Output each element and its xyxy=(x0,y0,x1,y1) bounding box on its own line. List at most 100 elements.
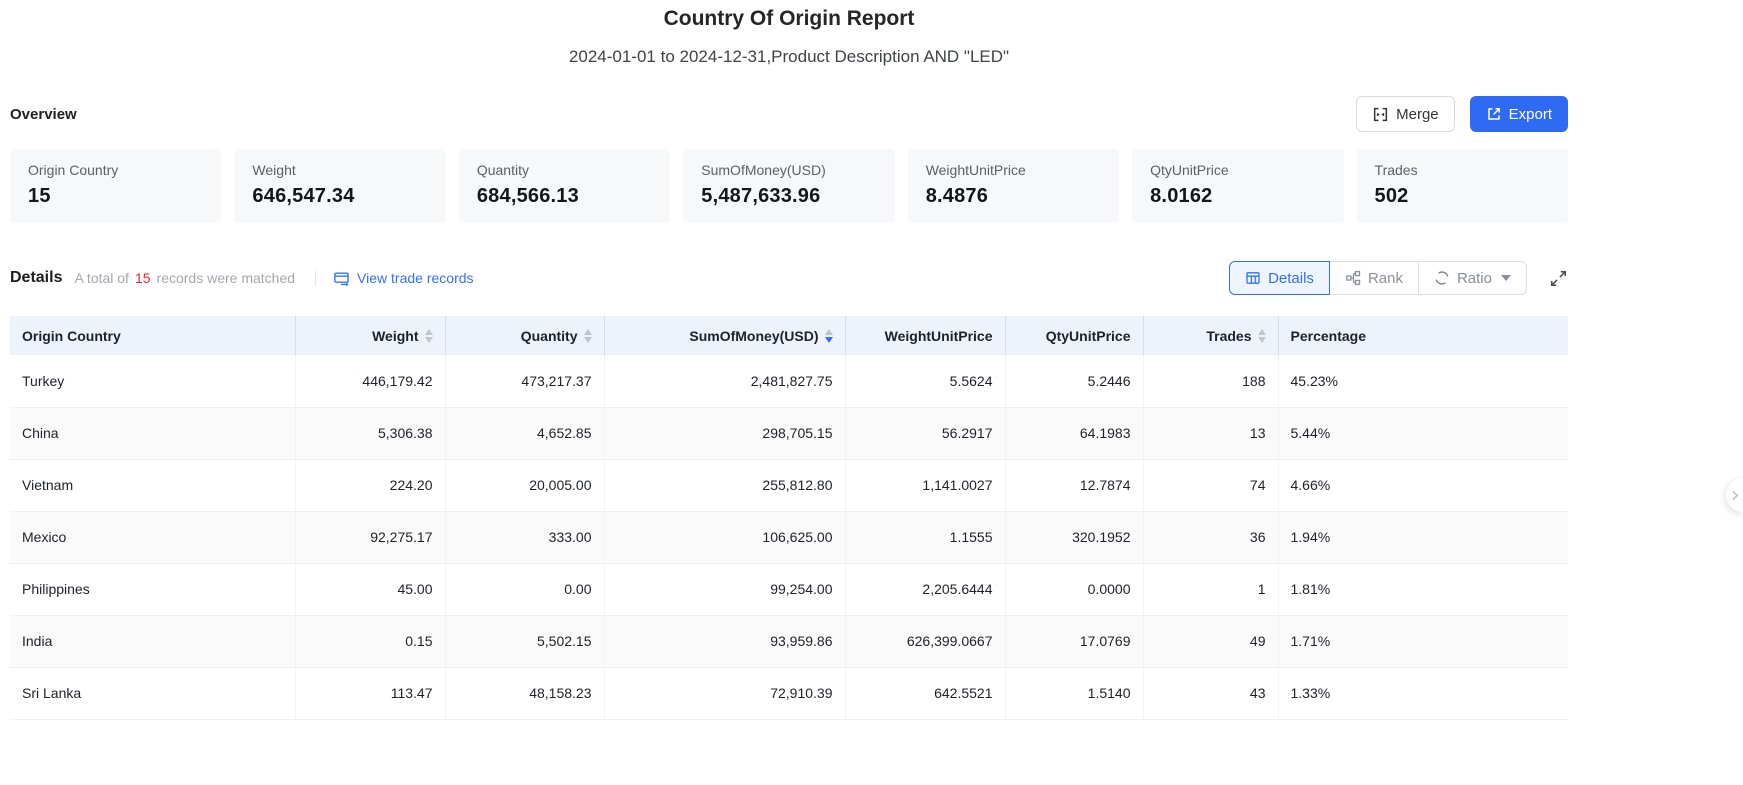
tab-details[interactable]: Details xyxy=(1229,261,1330,295)
table-cell: 17.0769 xyxy=(1005,615,1143,667)
column-header-label: SumOfMoney(USD) xyxy=(689,328,818,344)
table-cell: 113.47 xyxy=(295,667,445,719)
trade-records-icon xyxy=(333,270,350,287)
table-cell: 45.23% xyxy=(1278,355,1568,407)
column-header-label: WeightUnitPrice xyxy=(885,328,993,344)
table-cell: 48,158.23 xyxy=(445,667,604,719)
table-cell: 320.1952 xyxy=(1005,511,1143,563)
table-cell: 224.20 xyxy=(295,459,445,511)
table-cell: 45.00 xyxy=(295,563,445,615)
export-button[interactable]: Export xyxy=(1470,96,1568,132)
stat-card-label: SumOfMoney(USD) xyxy=(701,162,876,178)
column-header-label: Percentage xyxy=(1291,328,1366,344)
fullscreen-button[interactable] xyxy=(1549,269,1568,288)
table-row: China5,306.384,652.85298,705.1556.291764… xyxy=(10,407,1568,459)
column-header-percentage: Percentage xyxy=(1278,316,1568,355)
tab-ratio[interactable]: Ratio xyxy=(1418,261,1527,295)
sort-ascending-caret xyxy=(425,329,433,335)
table-cell: 49 xyxy=(1143,615,1278,667)
table-cell: 43 xyxy=(1143,667,1278,719)
table-cell: 2,481,827.75 xyxy=(604,355,845,407)
chevron-down-icon xyxy=(1501,275,1511,281)
table-row: Turkey446,179.42473,217.372,481,827.755.… xyxy=(10,355,1568,407)
stat-card-label: Weight xyxy=(252,162,427,178)
overview-label: Overview xyxy=(10,106,77,123)
column-sorter[interactable] xyxy=(425,329,433,343)
column-header-trades[interactable]: Trades xyxy=(1143,316,1278,355)
table-cell: 2,205.6444 xyxy=(845,563,1005,615)
stat-card-value: 15 xyxy=(28,185,203,208)
column-header-label: Quantity xyxy=(521,328,578,344)
stat-card-label: QtyUnitPrice xyxy=(1150,162,1325,178)
table-cell: 1.1555 xyxy=(845,511,1005,563)
sort-ascending-caret xyxy=(825,329,833,335)
table-cell: Turkey xyxy=(10,355,295,407)
overview-header: Overview Merge Export xyxy=(10,96,1568,132)
stat-card-label: Quantity xyxy=(477,162,652,178)
column-sorter[interactable] xyxy=(825,329,833,343)
table-cell: 36 xyxy=(1143,511,1278,563)
table-cell: 5,306.38 xyxy=(295,407,445,459)
report-subtitle: 2024-01-01 to 2024-12-31,Product Descrip… xyxy=(10,47,1568,67)
column-sorter[interactable] xyxy=(584,329,592,343)
table-cell: 473,217.37 xyxy=(445,355,604,407)
view-mode-tabs: Details Rank xyxy=(1229,261,1527,295)
table-cell: Vietnam xyxy=(10,459,295,511)
table-cell: 0.00 xyxy=(445,563,604,615)
table-cell: 4,652.85 xyxy=(445,407,604,459)
table-cell: 626,399.0667 xyxy=(845,615,1005,667)
table-cell: 1 xyxy=(1143,563,1278,615)
table-cell: 99,254.00 xyxy=(604,563,845,615)
export-icon xyxy=(1486,106,1502,122)
table-cell: 64.1983 xyxy=(1005,407,1143,459)
table-row: Mexico92,275.17333.00106,625.001.1555320… xyxy=(10,511,1568,563)
column-header-sumofmoney-usd[interactable]: SumOfMoney(USD) xyxy=(604,316,845,355)
table-cell: Mexico xyxy=(10,511,295,563)
export-button-label: Export xyxy=(1509,106,1552,123)
stat-card-value: 5,487,633.96 xyxy=(701,185,876,208)
stat-card: Origin Country 15 xyxy=(10,149,221,223)
sort-descending-caret xyxy=(584,337,592,343)
details-section-label: Details xyxy=(10,269,62,287)
merge-button-label: Merge xyxy=(1396,106,1439,123)
stat-card-label: Origin Country xyxy=(28,162,203,178)
stat-card-value: 8.0162 xyxy=(1150,185,1325,208)
column-header-weight[interactable]: Weight xyxy=(295,316,445,355)
table-header-row: Origin CountryWeightQuantitySumOfMoney(U… xyxy=(10,316,1568,355)
floating-widget-handle[interactable] xyxy=(1726,478,1743,512)
table-cell: 5.44% xyxy=(1278,407,1568,459)
table-row: Sri Lanka113.4748,158.2372,910.39642.552… xyxy=(10,667,1568,719)
stat-card-value: 502 xyxy=(1375,185,1550,208)
column-header-quantity[interactable]: Quantity xyxy=(445,316,604,355)
table-cell: 74 xyxy=(1143,459,1278,511)
overview-cards: Origin Country15Weight646,547.34Quantity… xyxy=(10,149,1568,223)
sort-descending-caret xyxy=(825,337,833,343)
table-cell: 1.33% xyxy=(1278,667,1568,719)
table-cell: 298,705.15 xyxy=(604,407,845,459)
stat-card: Quantity684,566.13 xyxy=(459,149,670,223)
table-cell: 0.15 xyxy=(295,615,445,667)
column-header-qtyunitprice: QtyUnitPrice xyxy=(1005,316,1143,355)
merge-button[interactable]: Merge xyxy=(1356,96,1455,132)
stat-card-label: WeightUnitPrice xyxy=(926,162,1101,178)
table-cell: 1.5140 xyxy=(1005,667,1143,719)
table-cell: 93,959.86 xyxy=(604,615,845,667)
column-header-label: Trades xyxy=(1206,328,1251,344)
column-sorter[interactable] xyxy=(1258,329,1266,343)
expand-icon xyxy=(1549,269,1568,288)
ratio-icon xyxy=(1434,270,1450,286)
page-title: Country Of Origin Report xyxy=(10,0,1568,31)
table-row: India0.155,502.1593,959.86626,399.066717… xyxy=(10,615,1568,667)
sort-descending-caret xyxy=(425,337,433,343)
table-cell: 1.71% xyxy=(1278,615,1568,667)
stat-card: SumOfMoney(USD) 5,487,633.96 xyxy=(683,149,894,223)
table-cell: India xyxy=(10,615,295,667)
sort-ascending-caret xyxy=(1258,329,1266,335)
table-icon xyxy=(1245,270,1261,286)
view-trade-records-link[interactable]: View trade records xyxy=(333,270,473,287)
stat-card-label: Trades xyxy=(1375,162,1550,178)
tab-rank[interactable]: Rank xyxy=(1329,261,1419,295)
stat-card: Trades 502 xyxy=(1357,149,1568,223)
table-cell: Philippines xyxy=(10,563,295,615)
column-header-label: QtyUnitPrice xyxy=(1046,328,1131,344)
